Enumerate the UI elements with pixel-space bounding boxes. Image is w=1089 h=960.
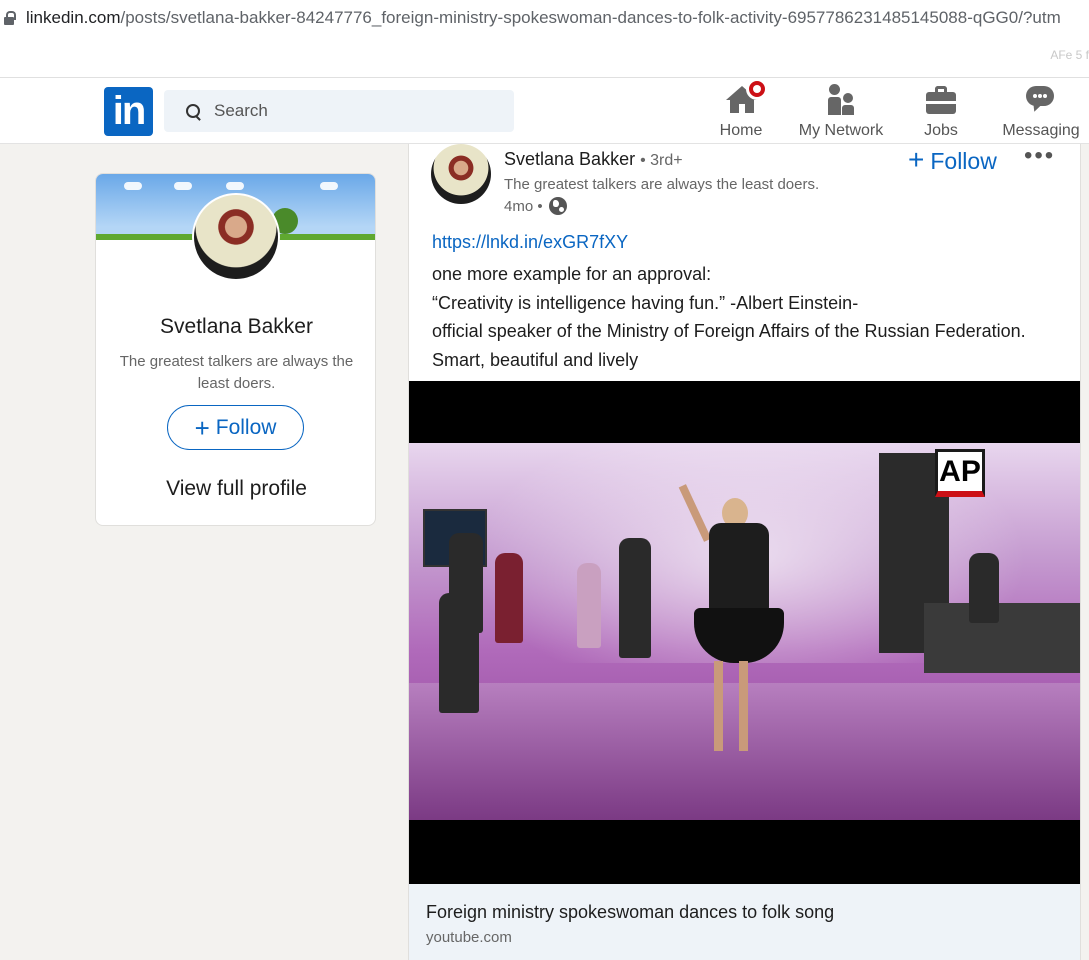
lock-icon: [4, 11, 16, 25]
post-body-line: official speaker of the Ministry of Fore…: [432, 321, 1026, 370]
nav-my-network[interactable]: My Network: [790, 84, 892, 140]
link-preview[interactable]: Foreign ministry spokeswoman dances to f…: [409, 884, 1080, 960]
video-thumbnail: AP: [409, 443, 1080, 820]
globe-icon: [548, 197, 567, 215]
messaging-icon: [1026, 84, 1056, 116]
post-author[interactable]: Svetlana Bakker • 3rd+: [504, 149, 683, 170]
post-follow-button[interactable]: + Follow: [908, 144, 997, 176]
nav-jobs[interactable]: Jobs: [915, 84, 967, 140]
follow-label: Follow: [215, 415, 277, 439]
preview-source: youtube.com: [426, 929, 512, 946]
notification-badge: [746, 78, 768, 100]
url-path: /posts/svetlana-bakker-84247776_foreign-…: [120, 8, 1061, 27]
profile-card: Svetlana Bakker The greatest talkers are…: [95, 173, 376, 526]
nav-jobs-label: Jobs: [924, 122, 958, 139]
briefcase-icon: [926, 84, 956, 116]
post-meta: 4mo •: [504, 197, 567, 215]
nav-messaging[interactable]: Messaging: [996, 84, 1086, 140]
connection-degree: • 3rd+: [640, 152, 683, 169]
post-body: one more example for an approval: “Creat…: [432, 260, 1032, 374]
linkedin-header: in Search Home My Network Jobs Messaging: [0, 78, 1089, 144]
plus-icon: +: [908, 144, 925, 175]
browser-address-bar[interactable]: linkedin.com/posts/svetlana-bakker-84247…: [0, 0, 1089, 36]
extension-text: AFe 5 f: [1050, 48, 1089, 62]
post-card: Svetlana Bakker • 3rd+ The greatest talk…: [408, 142, 1081, 960]
url-text[interactable]: linkedin.com/posts/svetlana-bakker-84247…: [26, 8, 1061, 28]
network-icon: [826, 84, 856, 116]
nav-network-label: My Network: [798, 122, 884, 139]
nav-home[interactable]: Home: [712, 78, 770, 140]
search-placeholder: Search: [214, 101, 268, 120]
search-icon: [186, 104, 200, 118]
search-box[interactable]: Search: [164, 90, 514, 132]
post-link[interactable]: https://lnkd.in/exGR7fXY: [432, 232, 628, 253]
browser-toolbar: AFe 5 f: [0, 36, 1089, 78]
post-body-line: “Creativity is intelligence having fun.”…: [432, 292, 859, 313]
home-icon: [726, 78, 768, 116]
post-time: 4mo •: [504, 197, 543, 215]
author-name: Svetlana Bakker: [504, 149, 636, 169]
preview-title: Foreign ministry spokeswoman dances to f…: [426, 902, 835, 922]
video-player[interactable]: AP: [409, 381, 1080, 884]
profile-name[interactable]: Svetlana Bakker: [96, 315, 375, 339]
profile-headline: The greatest talkers are always the leas…: [119, 353, 354, 392]
nav-messaging-label: Messaging: [1002, 122, 1080, 139]
author-avatar[interactable]: [431, 144, 491, 204]
post-author-headline: The greatest talkers are always the leas…: [504, 176, 820, 193]
plus-icon: +: [194, 412, 210, 443]
view-full-profile-link[interactable]: View full profile: [96, 477, 375, 501]
linkedin-logo[interactable]: in: [104, 87, 153, 136]
nav-home-label: Home: [719, 122, 763, 139]
post-follow-label: Follow: [930, 148, 997, 174]
ap-logo: AP: [935, 449, 985, 497]
post-body-line: one more example for an approval:: [432, 264, 712, 284]
more-options-icon[interactable]: •••: [1024, 142, 1055, 170]
url-host: linkedin.com: [26, 8, 121, 27]
follow-button[interactable]: + Follow: [167, 405, 304, 450]
profile-avatar[interactable]: [192, 193, 280, 281]
